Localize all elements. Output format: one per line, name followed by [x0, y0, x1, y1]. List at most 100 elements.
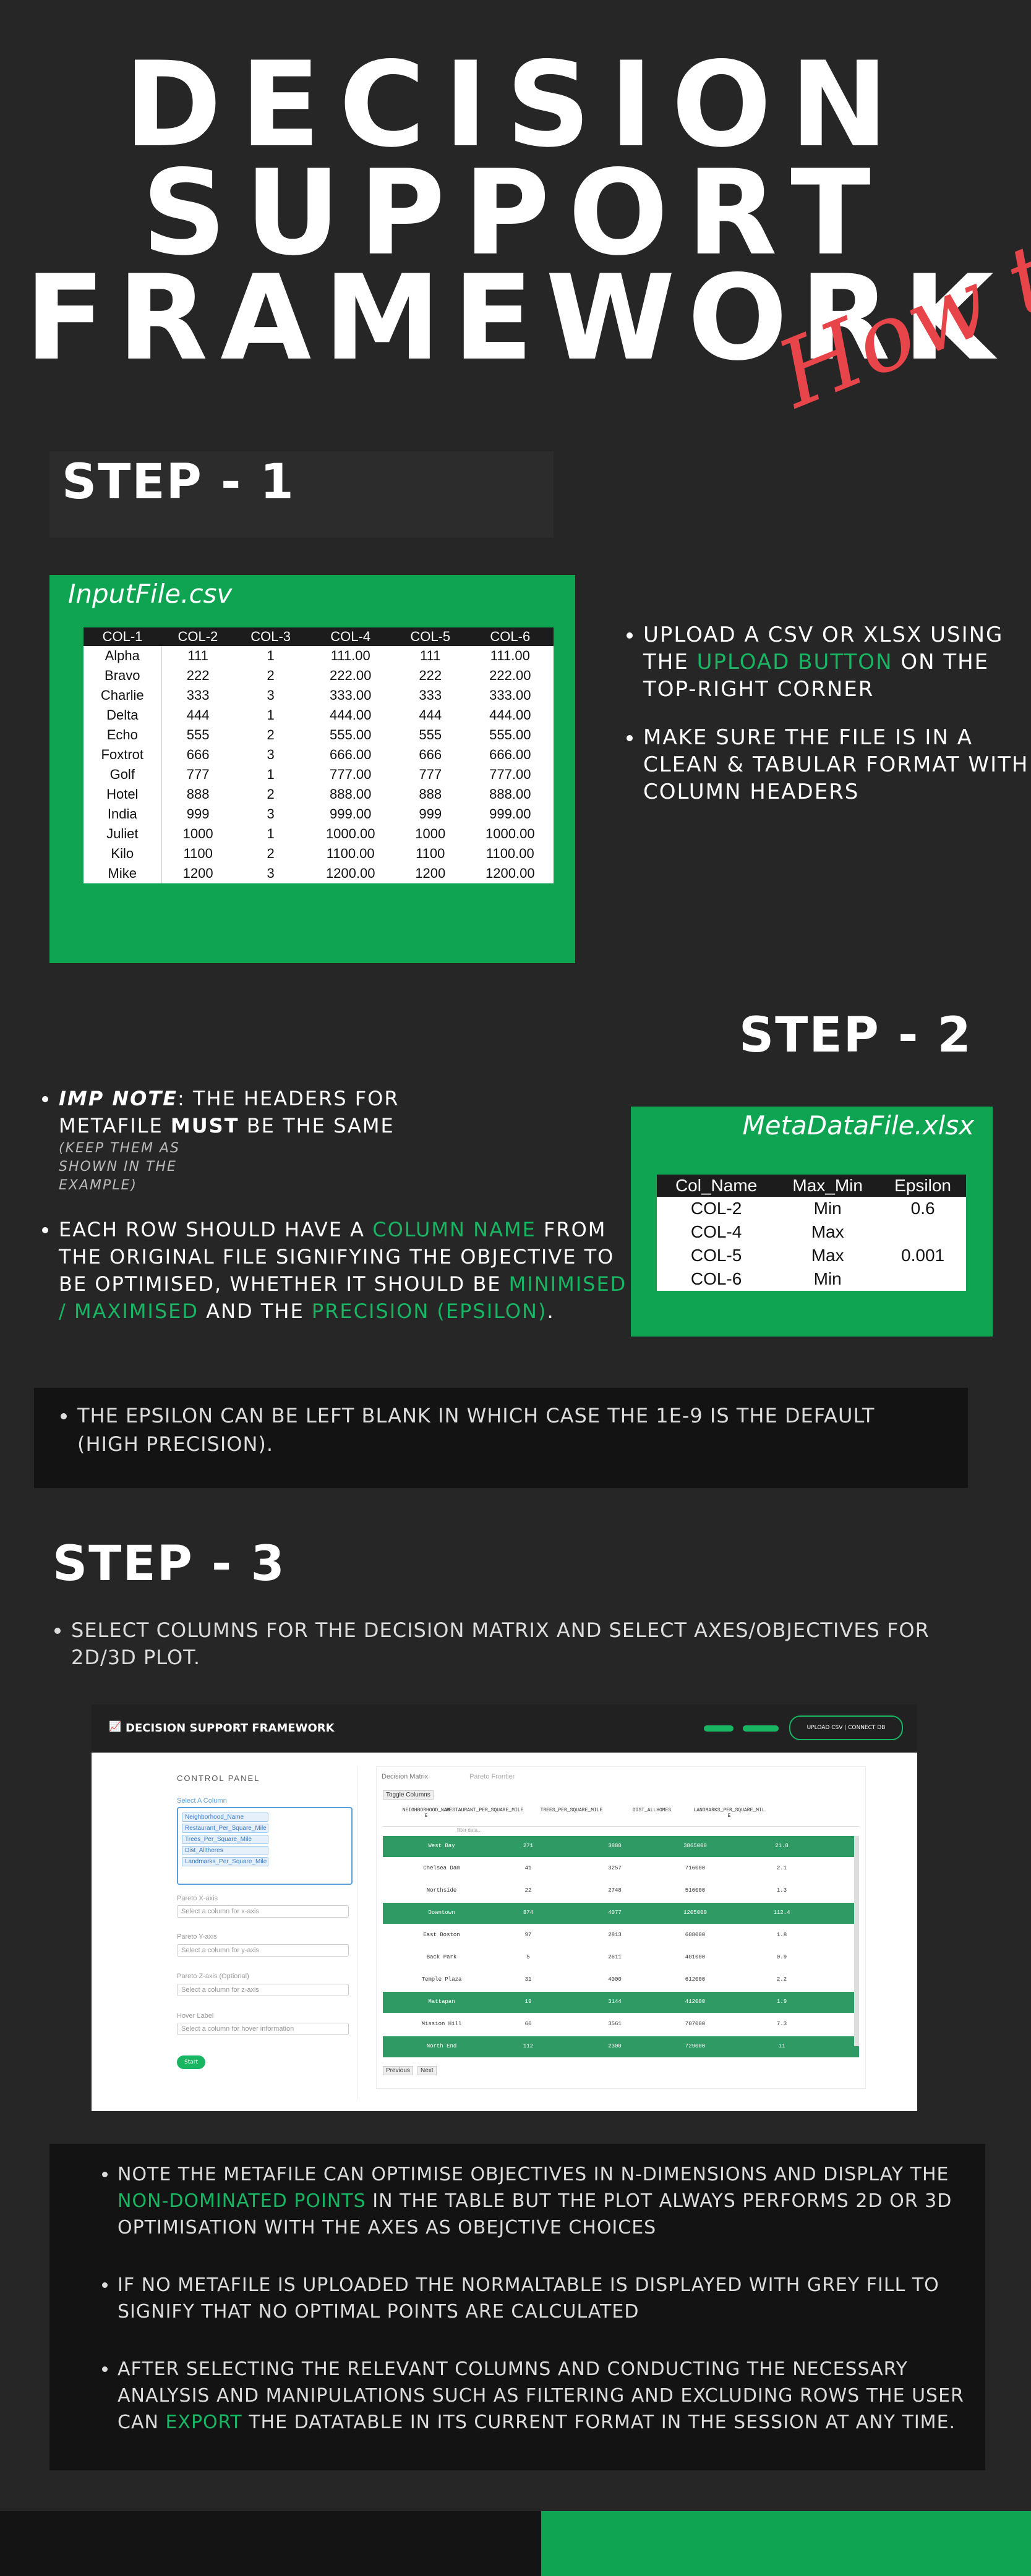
table-row[interactable]: Chelsea Dam 41 3257 716000 2.1 [383, 1858, 859, 1879]
table-cell: 1.8 [776, 1932, 787, 1938]
selected-column-tag[interactable]: Landmarks_Per_Square_Mile [182, 1857, 268, 1866]
table-cell: 2.2 [776, 1976, 787, 1983]
selected-column-tag[interactable]: Trees_Per_Square_Mile [182, 1835, 268, 1844]
y-axis-label: Pareto Y-axis [177, 1933, 217, 1941]
input-table-cell: 777 [186, 767, 210, 782]
selected-column-tag[interactable]: Restaurant_Per_Square_Mile [182, 1824, 268, 1833]
input-table-row: Mike 1200 3 1200.00 1200 1200.00 [83, 864, 554, 883]
next-button[interactable]: Next [417, 2066, 437, 2075]
input-table-cell: 222 [186, 668, 210, 683]
columns-multiselect[interactable]: Neighborhood_Name Restaurant_Per_Square_M… [177, 1807, 353, 1885]
meta-table-cell [879, 1220, 966, 1244]
input-table-cell: 555 [186, 727, 210, 742]
selected-column-tag[interactable]: Dist_Alltheres [182, 1846, 268, 1855]
input-table-cell: 3 [267, 806, 275, 822]
y-axis-select[interactable]: Select a column for y-axis [177, 1944, 349, 1957]
meta-table-cell: Max [811, 1222, 844, 1241]
meta-col-header: Epsilon [879, 1175, 966, 1197]
step1-bullet-clean: MAKE SURE THE FILE IS IN A CLEAN & TABUL… [643, 724, 1031, 806]
table-row[interactable]: Temple Plaza 31 4000 612000 2.2 [383, 1970, 859, 1991]
meta-table-cell: Max [811, 1246, 844, 1265]
app-screenshot: 📈 DECISION SUPPORT FRAMEWORK UPLOAD CSV … [92, 1704, 917, 2111]
table-cell: 66 [524, 2021, 532, 2027]
upload-csv-button[interactable]: UPLOAD CSV | CONNECT DB [789, 1715, 903, 1740]
input-table-cell: Golf [83, 765, 162, 784]
step1-heading: STEP - 1 [62, 454, 295, 510]
input-table-cell: 333 [419, 687, 442, 703]
table-row[interactable]: Mattapan 19 3144 412000 1.9 [383, 1992, 859, 2013]
table-cell: 2300 [608, 2043, 622, 2049]
input-col-header: COL-2 [161, 627, 234, 646]
input-file-title: InputFile.csv [68, 579, 233, 609]
input-table-cell: 555 [419, 727, 442, 742]
step3-bullets: SELECT COLUMNS FOR THE DECISION MATRIX A… [46, 1617, 986, 1692]
table-row[interactable]: North End 112 2300 729000 11 [383, 2036, 859, 2057]
matrix-col-header[interactable]: DIST_ALLHOMES [615, 1808, 689, 1813]
epsilon-note-box: THE EPSILON CAN BE LEFT BLANK IN WHICH C… [34, 1388, 968, 1488]
metadata-table: Col_Name Max_Min Epsilon COL-2 Min 0.6 COL-4 M… [657, 1175, 966, 1291]
table-cell: Mission Hill [421, 2021, 462, 2027]
matrix-col-header[interactable]: NEIGHBORHOOD_NAME [401, 1808, 451, 1819]
input-table-row: Juliet 1000 1 1000.00 1000 1000.00 [83, 824, 554, 844]
input-table-row: Foxtrot 666 3 666.00 666 666.00 [83, 745, 554, 765]
footer-dark-bar [0, 2511, 541, 2576]
table-cell: 2813 [608, 1932, 622, 1938]
filter-row[interactable]: filter data... [457, 1827, 482, 1833]
x-axis-select[interactable]: Select a column for x-axis [177, 1905, 349, 1918]
table-cell: 2.1 [776, 1865, 787, 1871]
start-button[interactable]: Start [177, 2055, 205, 2069]
input-table-cell: 666.00 [330, 747, 372, 762]
matrix-col-header[interactable]: TREES_PER_SQUARE_MILE [531, 1808, 612, 1813]
input-table-cell: 3 [267, 747, 275, 762]
toggle-columns-button[interactable]: Toggle Columns [383, 1790, 434, 1800]
previous-button[interactable]: Previous [383, 2066, 413, 2075]
matrix-col-header[interactable]: RESTAURANT_PER_SQUARE_MILE [445, 1808, 525, 1813]
app-header: 📈 DECISION SUPPORT FRAMEWORK UPLOAD CSV … [92, 1704, 917, 1753]
input-table-cell: 777 [419, 767, 442, 782]
table-cell: West Bay [428, 1843, 455, 1849]
tab-pareto-frontier[interactable]: Pareto Frontier [469, 1773, 515, 1780]
row-instructions: EACH ROW SHOULD HAVE A COLUMN NAME FROM … [59, 1216, 640, 1325]
imp-note-small: (KEEP THEM AS SHOWN IN THE EXAMPLE) [59, 1141, 180, 1193]
input-table-cell: 444.00 [489, 707, 531, 723]
meta-table-cell: 0.6 [910, 1199, 935, 1218]
z-axis-select[interactable]: Select a column for z-axis [177, 1984, 349, 1996]
input-table-cell: Echo [83, 725, 162, 745]
input-table-row: Bravo 222 2 222.00 222 222.00 [83, 666, 554, 686]
input-table-cell: Bravo [83, 666, 162, 686]
hover-select[interactable]: Select a column for hover information [177, 2023, 349, 2035]
table-row[interactable]: Back Park 5 2611 401000 0.9 [383, 1947, 859, 1968]
input-table-cell: 444 [186, 707, 210, 723]
table-cell: Downtown [428, 1910, 455, 1916]
input-table-cell: 3 [267, 865, 275, 881]
table-row[interactable]: Downtown 874 4077 1205000 112.4 [383, 1903, 859, 1924]
table-row[interactable]: Northside 22 2748 516000 1.3 [383, 1881, 859, 1902]
table-row[interactable]: East Boston 97 2813 608000 1.8 [383, 1925, 859, 1946]
input-table-cell: 999 [419, 806, 442, 822]
selected-column-tag[interactable]: Neighborhood_Name [182, 1813, 268, 1822]
input-table-cell: 333 [186, 687, 210, 703]
table-row[interactable]: Mission Hill 66 3561 707000 7.3 [383, 2014, 859, 2035]
meta-table-row: COL-2 Min 0.6 [657, 1197, 966, 1220]
tab-decision-matrix[interactable]: Decision Matrix [382, 1773, 428, 1780]
input-table-row: Echo 555 2 555.00 555 555.00 [83, 725, 554, 745]
status-pill-1 [704, 1725, 734, 1732]
matrix-col-header[interactable]: LANDMARKS_PER_SQUARE_MILE [692, 1808, 766, 1819]
input-table-cell: 111.00 [490, 648, 530, 663]
input-table-cell: India [83, 804, 162, 824]
table-cell: 516000 [685, 1887, 706, 1894]
table-cell: 4077 [608, 1910, 622, 1916]
select-columns-label: Select A Column [177, 1797, 227, 1804]
table-cell: 97 [524, 1932, 532, 1938]
input-table-row: India 999 3 999.00 999 999.00 [83, 804, 554, 824]
table-cell: 7.3 [776, 2021, 787, 2027]
input-col-header: COL-6 [466, 627, 554, 646]
table-row[interactable]: West Bay 271 3880 3865000 21.8 [383, 1836, 859, 1857]
scrollbar[interactable] [854, 1836, 859, 2046]
input-table-cell: 2 [267, 786, 275, 802]
input-file-card: InputFile.csv COL-1 COL-2 COL-3 COL-4 COL-5 C… [49, 575, 575, 963]
input-table-cell: 888.00 [489, 786, 531, 802]
matrix-header-row: NEIGHBORHOOD_NAME RESTAURANT_PER_SQUARE_M… [383, 1804, 859, 1827]
table-cell: 608000 [685, 1932, 706, 1938]
status-pill-2 [743, 1725, 779, 1732]
